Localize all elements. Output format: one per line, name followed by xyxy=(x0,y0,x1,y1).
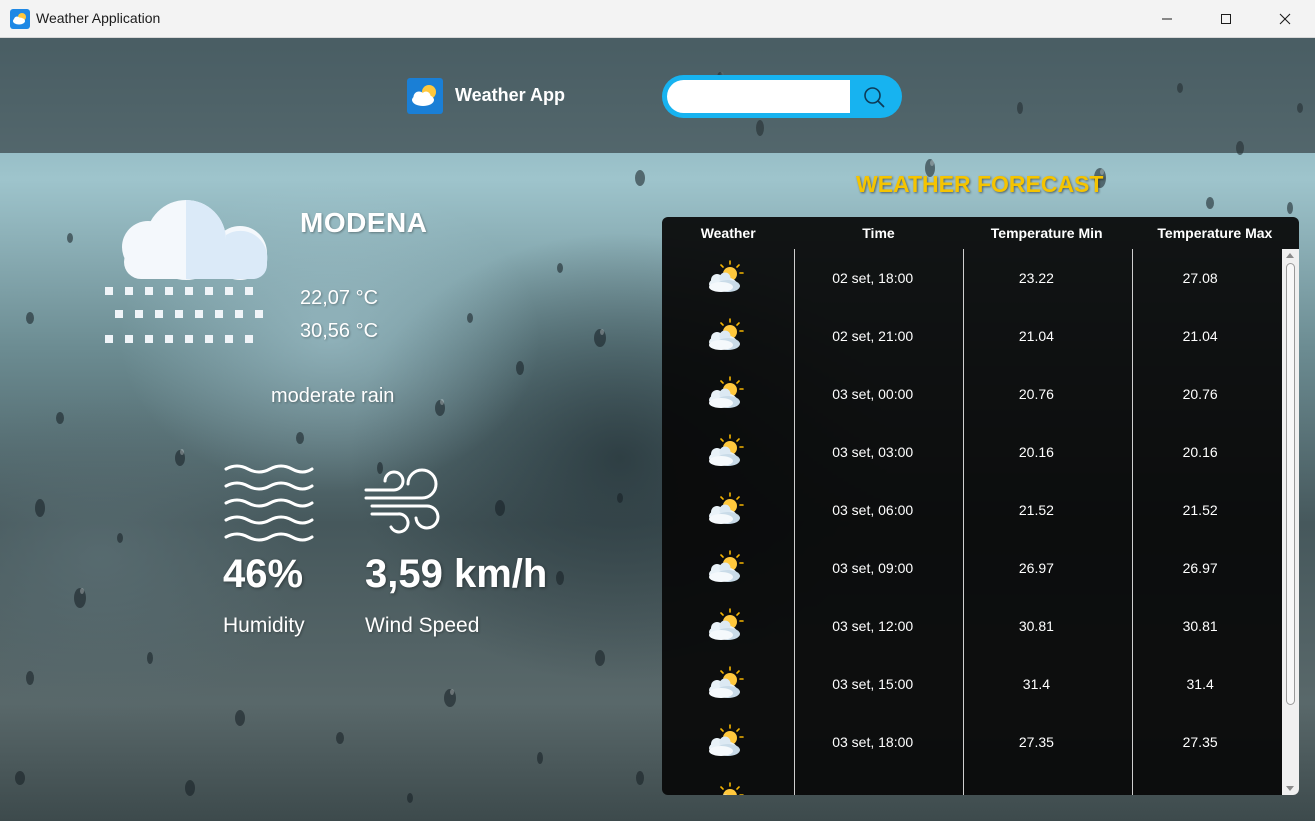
close-icon xyxy=(1279,13,1291,25)
partly-cloudy-icon xyxy=(706,375,746,413)
cell-time: 03 set, 15:00 xyxy=(832,676,914,692)
cell-temp-min: 20.16 xyxy=(1018,444,1054,460)
cell-weather xyxy=(662,307,791,365)
cell-temp-min: 23.22 xyxy=(1018,270,1054,286)
city-name: MODENA xyxy=(300,207,428,238)
search-icon xyxy=(863,86,884,107)
forecast-scrollbar[interactable] xyxy=(1282,249,1299,795)
cell-time: 03 set, 21:00 xyxy=(791,771,955,795)
brand-weather-icon xyxy=(407,78,443,114)
cell-temp-max: 27.35 xyxy=(1182,734,1218,750)
weather-condition: moderate rain xyxy=(271,385,395,407)
cell-temp-max: 24.53 xyxy=(1118,771,1282,795)
forecast-table-header: Weather Time Temperature Min Temperature… xyxy=(662,217,1299,249)
humidity-label: Humidity xyxy=(223,614,305,637)
cell-time: 03 set, 00:00 xyxy=(832,386,914,402)
cell-temp-min: 21.04 xyxy=(1018,328,1054,344)
table-row[interactable]: 03 set, 12:00 30.81 30.81 xyxy=(662,597,1282,655)
cell-temp-min: 21.52 xyxy=(1018,502,1054,518)
wind-speed-value: 3,59 km/h xyxy=(365,552,548,596)
wind-speed-label: Wind Speed xyxy=(365,614,480,637)
table-row[interactable]: 03 set, 03:00 20.16 20.16 xyxy=(662,423,1282,481)
cell-weather xyxy=(662,365,791,423)
cell-weather xyxy=(662,481,791,539)
cell-weather xyxy=(662,597,791,655)
cell-weather xyxy=(662,539,791,597)
column-header-temp-max[interactable]: Temperature Max xyxy=(1131,217,1299,249)
cell-time: 02 set, 21:00 xyxy=(832,328,914,344)
maximize-icon xyxy=(1221,14,1231,24)
forecast-title: WEATHER FORECAST xyxy=(856,171,1104,197)
table-row[interactable]: 03 set, 00:00 20.76 20.76 xyxy=(662,365,1282,423)
table-row[interactable]: 03 set, 15:00 31.4 31.4 xyxy=(662,655,1282,713)
cell-temp-max: 30.81 xyxy=(1182,618,1218,634)
humidity-value: 46% xyxy=(223,552,304,596)
partly-cloudy-icon xyxy=(706,665,746,703)
cell-temp-min: 26.97 xyxy=(1018,560,1054,576)
cell-temp-min: 24.53 xyxy=(955,771,1119,795)
search-button[interactable] xyxy=(850,78,897,115)
cell-temp-max: 20.16 xyxy=(1182,444,1218,460)
cell-temp-min: 31.4 xyxy=(1022,676,1051,692)
cell-time: 03 set, 06:00 xyxy=(832,502,914,518)
forecast-table: Weather Time Temperature Min Temperature… xyxy=(662,217,1299,795)
partly-cloudy-icon xyxy=(706,491,746,529)
close-button[interactable] xyxy=(1262,0,1308,38)
humidity-waves-icon xyxy=(224,464,314,542)
brand-name: Weather App xyxy=(455,85,566,105)
table-row[interactable]: 03 set, 09:00 26.97 26.97 xyxy=(662,539,1282,597)
cell-time: 03 set, 09:00 xyxy=(832,560,914,576)
minimize-icon xyxy=(1162,18,1172,20)
rain-cloud-icon xyxy=(105,200,268,343)
wind-icon xyxy=(364,468,440,534)
cell-temp-max: 27.08 xyxy=(1182,270,1218,286)
cell-weather xyxy=(662,771,791,795)
window-title-bar: Weather Application xyxy=(0,0,1315,38)
scrollbar-thumb[interactable] xyxy=(1286,263,1295,705)
cell-temp-max: 21.52 xyxy=(1182,502,1218,518)
temperature-min: 22,07 °C xyxy=(300,287,379,309)
column-header-time[interactable]: Time xyxy=(794,217,962,249)
cell-temp-max: 20.76 xyxy=(1182,386,1218,402)
minimize-button[interactable] xyxy=(1144,0,1190,38)
partly-cloudy-icon xyxy=(706,607,746,645)
scroll-up-arrow-icon[interactable] xyxy=(1286,253,1294,258)
partly-cloudy-icon xyxy=(706,781,746,795)
cell-weather xyxy=(662,423,791,481)
cell-weather xyxy=(662,655,791,713)
table-row[interactable]: 03 set, 18:00 27.35 27.35 xyxy=(662,713,1282,771)
table-row[interactable]: 03 set, 21:0024.5324.53 xyxy=(662,771,1282,795)
partly-cloudy-icon xyxy=(706,723,746,761)
cell-temp-max: 21.04 xyxy=(1182,328,1218,344)
cell-weather xyxy=(662,249,791,307)
cell-temp-min: 30.81 xyxy=(1018,618,1054,634)
partly-cloudy-icon xyxy=(706,259,746,297)
scroll-down-arrow-icon[interactable] xyxy=(1286,786,1294,791)
cell-temp-max: 31.4 xyxy=(1186,676,1214,692)
cell-temp-min: 20.76 xyxy=(1018,386,1054,402)
partly-cloudy-icon xyxy=(706,549,746,587)
column-header-temp-min[interactable]: Temperature Min xyxy=(963,217,1131,249)
cell-time: 03 set, 12:00 xyxy=(832,618,914,634)
search-input[interactable] xyxy=(667,80,850,113)
window-title: Weather Application xyxy=(36,10,161,26)
cell-weather xyxy=(662,713,791,771)
maximize-button[interactable] xyxy=(1203,0,1249,38)
partly-cloudy-icon xyxy=(706,433,746,471)
cell-temp-min: 27.35 xyxy=(1018,734,1054,750)
table-row[interactable]: 02 set, 18:00 23.22 27.08 xyxy=(662,249,1282,307)
cell-time: 03 set, 18:00 xyxy=(832,734,914,750)
table-row[interactable]: 03 set, 06:00 21.52 21.52 xyxy=(662,481,1282,539)
app-header xyxy=(0,38,1315,153)
search-bar xyxy=(662,75,902,118)
forecast-table-body: 02 set, 18:00 23.22 27.08 02 set, 21:00 21.0… xyxy=(662,249,1282,795)
cell-temp-max: 26.97 xyxy=(1182,560,1218,576)
cell-time: 03 set, 03:00 xyxy=(832,444,914,460)
app-weather-icon xyxy=(10,9,30,29)
cell-time: 02 set, 18:00 xyxy=(832,270,914,286)
temperature-max: 30,56 °C xyxy=(300,320,379,342)
partly-cloudy-icon xyxy=(706,317,746,355)
column-header-weather[interactable]: Weather xyxy=(662,217,794,249)
table-row[interactable]: 02 set, 21:00 21.04 21.04 xyxy=(662,307,1282,365)
